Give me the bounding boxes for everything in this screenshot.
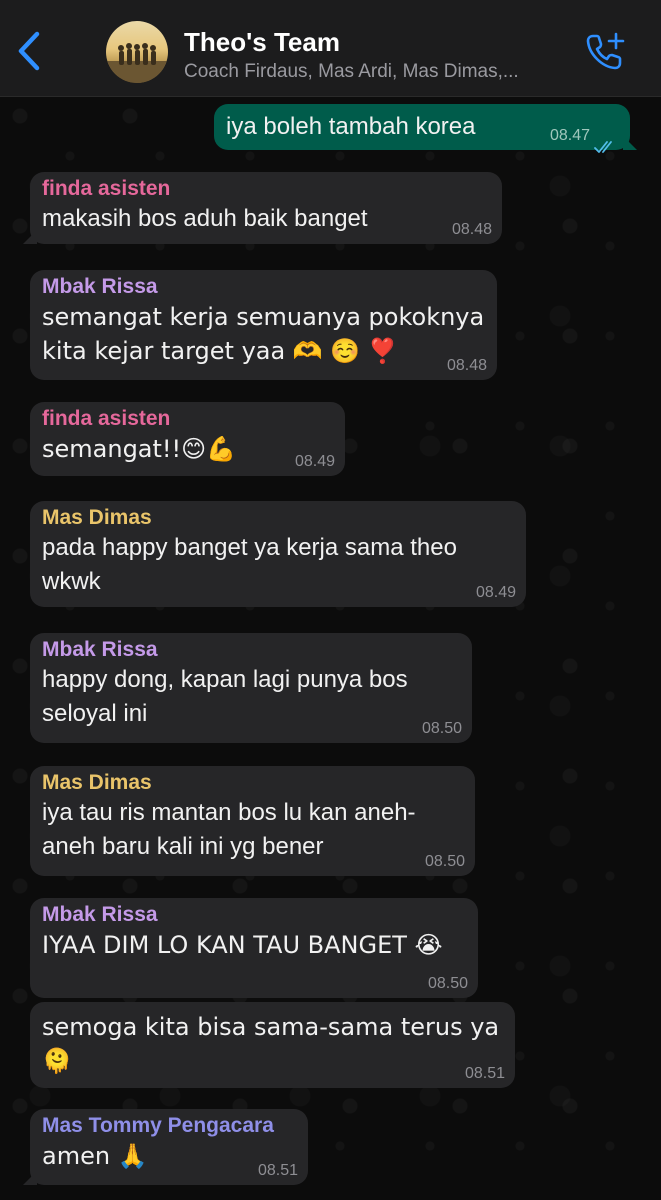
bubble-tail <box>23 1171 37 1185</box>
message-text: pada happy banget ya kerja sama theo wkw… <box>42 534 457 595</box>
message-time: 08.48 <box>451 221 492 238</box>
message-bubble-incoming[interactable]: Mbak Rissa IYAA DIM LO KAN TAU BANGET 😭 … <box>30 898 478 998</box>
phone-add-icon <box>584 30 628 79</box>
message-text: semangat!!😊💪 <box>42 435 237 463</box>
message-time: 08.48 <box>446 357 487 374</box>
message-text: semoga kita bisa sama-sama terus ya 🫠 <box>42 1013 500 1075</box>
message-time: 08.50 <box>424 853 465 870</box>
double-check-read-icon <box>594 130 618 153</box>
message-text: happy dong, kapan lagi punya bos seloyal… <box>42 666 408 727</box>
message-bubble-incoming[interactable]: finda asisten semangat!!😊💪 08.49 <box>30 402 345 476</box>
message-bubble-incoming[interactable]: Mas Dimas iya tau ris mantan bos lu kan … <box>30 766 475 876</box>
chat-participants[interactable]: Coach Firdaus, Mas Ardi, Mas Dimas,... <box>184 61 584 83</box>
message-bubble-outgoing[interactable]: iya boleh tambah korea 08.47 <box>214 104 637 153</box>
message-sender: Mbak Rissa <box>42 903 158 926</box>
message-bubble-incoming[interactable]: semoga kita bisa sama-sama terus ya 🫠 08… <box>30 1002 515 1088</box>
message-sender: finda asisten <box>42 177 171 200</box>
chat-title[interactable]: Theo's Team <box>184 27 340 58</box>
message-time: 08.47 <box>549 127 590 144</box>
add-call-button[interactable] <box>580 28 632 80</box>
message-sender: Mas Dimas <box>42 771 152 794</box>
message-sender: Mas Tommy Pengacara <box>42 1114 274 1137</box>
message-bubble-incoming[interactable]: Mbak Rissa semangat kerja semuanya pokok… <box>30 270 497 380</box>
message-text: iya tau ris mantan bos lu kan aneh- aneh… <box>42 799 416 860</box>
message-time: 08.50 <box>427 975 468 992</box>
message-sender: finda asisten <box>42 407 171 430</box>
message-bubble-incoming[interactable]: Mbak Rissa happy dong, kapan lagi punya … <box>30 633 472 743</box>
message-time: 08.49 <box>294 453 335 470</box>
message-bubble-incoming[interactable]: Mas Dimas pada happy banget ya kerja sam… <box>30 501 526 607</box>
message-sender: Mbak Rissa <box>42 638 158 661</box>
bubble-tail <box>623 136 637 150</box>
group-avatar[interactable] <box>106 21 168 83</box>
message-text: makasih bos aduh baik banget <box>42 205 368 232</box>
message-sender: Mas Dimas <box>42 506 152 529</box>
message-time: 08.51 <box>464 1065 505 1082</box>
message-text: semangat kerja semuanya pokoknya kita ke… <box>42 303 485 365</box>
bubble-tail <box>23 230 37 244</box>
chat-header: Theo's Team Coach Firdaus, Mas Ardi, Mas… <box>0 0 661 97</box>
message-time: 08.50 <box>421 720 462 737</box>
message-time: 08.49 <box>475 584 516 601</box>
back-button[interactable] <box>10 30 46 76</box>
chevron-left-icon <box>15 31 41 76</box>
chat-screen: Theo's Team Coach Firdaus, Mas Ardi, Mas… <box>0 0 661 1200</box>
message-time: 08.51 <box>257 1162 298 1179</box>
message-bubble-incoming[interactable]: finda asisten makasih bos aduh baik bang… <box>23 172 502 244</box>
message-list[interactable]: iya boleh tambah korea 08.47 finda asist… <box>0 96 661 1200</box>
message-text: IYAA DIM LO KAN TAU BANGET 😭 <box>42 931 443 959</box>
message-sender: Mbak Rissa <box>42 275 158 298</box>
message-bubble-incoming[interactable]: Mas Tommy Pengacara amen 🙏 08.51 <box>23 1109 308 1185</box>
